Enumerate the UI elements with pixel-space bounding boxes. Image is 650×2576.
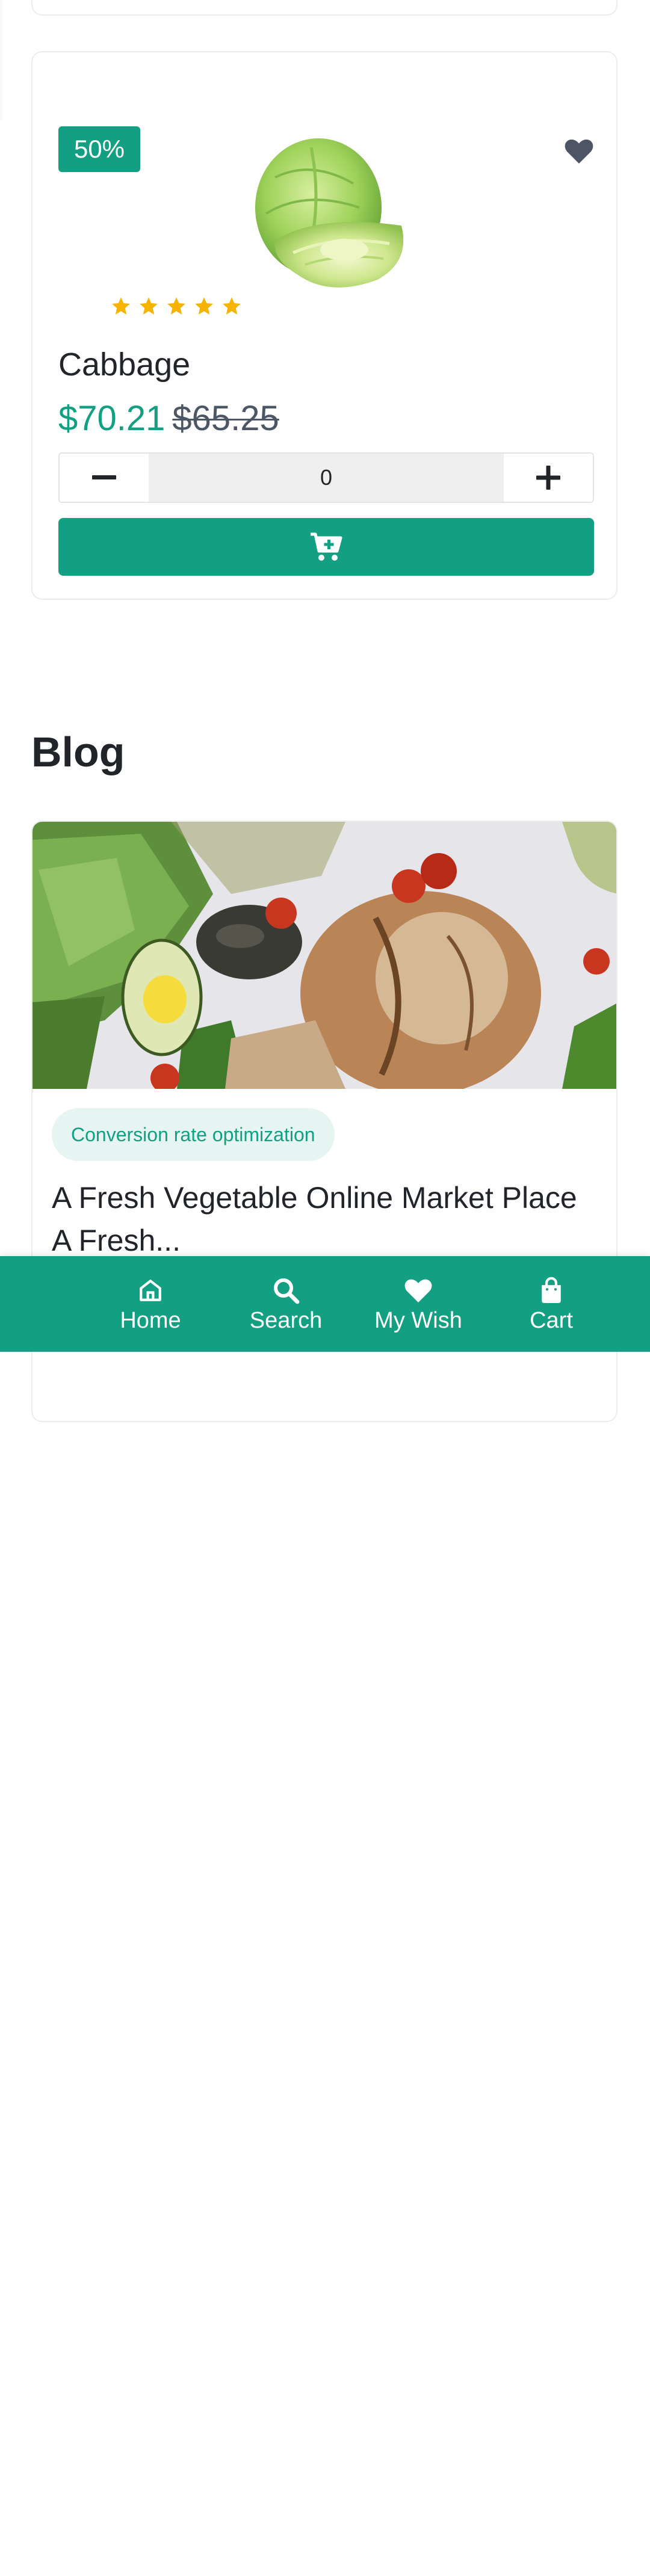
heart-icon[interactable] [564, 137, 594, 165]
nav-home[interactable]: Home [114, 1256, 187, 1352]
discount-badge: 50% [58, 126, 140, 172]
add-to-cart-button[interactable] [58, 518, 594, 576]
search-icon [271, 1275, 300, 1305]
old-price: $65.25 [172, 399, 279, 438]
cart-plus-icon [311, 532, 342, 561]
nav-cart[interactable]: Cart [518, 1256, 585, 1352]
star-icon [167, 297, 185, 315]
watermark-logo: مستقل mostaql.com [288, 2540, 376, 2576]
blog-heading: Blog [31, 729, 125, 775]
star-icon [195, 297, 213, 315]
blog-post-title[interactable]: A Fresh Vegetable Online Market Place A … [52, 1177, 593, 1262]
shopping-bag-icon [539, 1275, 564, 1305]
increase-quantity-button[interactable] [504, 454, 593, 502]
star-icon [223, 297, 241, 315]
product-card: 50% Cabbage $70.21 $65.25 0 [31, 51, 618, 600]
bottom-navigation: Home Search My Wish Cart مستقل mostaql.c… [0, 1256, 650, 2571]
heart-icon [404, 1275, 433, 1305]
blog-category-tag[interactable]: Conversion rate optimization [52, 1108, 335, 1161]
blog-post-image[interactable] [32, 822, 616, 1095]
side-shadow [0, 0, 4, 120]
nav-search[interactable]: Search [241, 1256, 331, 1352]
product-name[interactable]: Cabbage [58, 346, 190, 383]
minus-icon [92, 475, 116, 479]
star-icon [112, 297, 130, 315]
plus-icon [536, 466, 560, 490]
nav-my-wish[interactable]: My Wish [367, 1256, 469, 1352]
star-icon [140, 297, 158, 315]
watermark-latin: mostaql.com [291, 2559, 362, 2572]
previous-product-card [31, 0, 618, 16]
nav-home-label: Home [120, 1308, 181, 1333]
decrease-quantity-button[interactable] [60, 454, 149, 502]
quantity-stepper: 0 [58, 452, 594, 503]
nav-my-wish-label: My Wish [374, 1308, 462, 1333]
nav-search-label: Search [249, 1308, 323, 1333]
current-price: $70.21 [58, 399, 166, 438]
quantity-input[interactable]: 0 [149, 454, 504, 502]
nav-cart-label: Cart [530, 1308, 573, 1333]
price-row: $70.21 $65.25 [58, 398, 279, 439]
home-icon [138, 1275, 163, 1305]
product-image[interactable] [239, 123, 419, 319]
rating-stars [111, 296, 242, 316]
